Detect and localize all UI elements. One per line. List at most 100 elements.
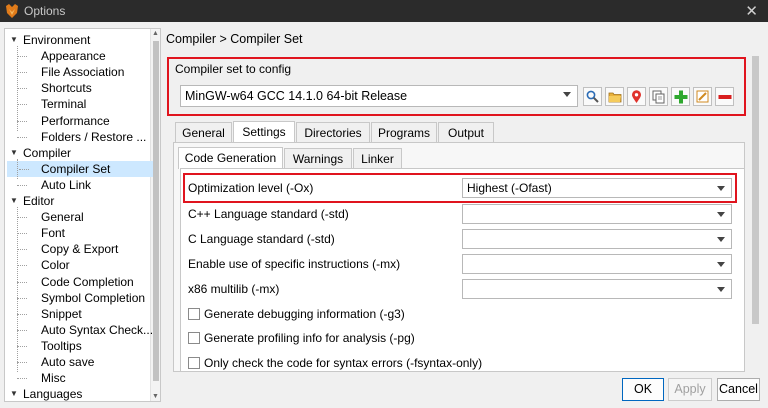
tree-item[interactable]: ▼ Languages [5, 386, 151, 401]
chevron-down-icon [717, 212, 725, 217]
option-label: C Language standard (-std) [188, 232, 335, 246]
search-compiler-button[interactable] [583, 87, 602, 106]
tree-item[interactable]: Performance [5, 113, 151, 129]
tree-connector [17, 104, 27, 106]
add-icon [674, 90, 687, 103]
rename-compiler-set-button[interactable] [693, 87, 712, 106]
page-scrollbar[interactable] [751, 48, 760, 370]
option-select[interactable] [462, 204, 732, 224]
tab-output[interactable]: Output [438, 122, 494, 143]
tree-connector [17, 233, 27, 235]
copy-compiler-set-button[interactable] [649, 87, 668, 106]
tree-connector [17, 297, 27, 299]
window-title: Options [24, 4, 66, 18]
tree-item-label: Auto Link [41, 177, 92, 192]
tree-item-label: Environment [23, 33, 91, 47]
locate-compiler-button[interactable] [627, 87, 646, 106]
tab-code-generation[interactable]: Code Generation [178, 147, 283, 169]
option-select[interactable] [462, 229, 732, 249]
tree-item-label: Editor [23, 194, 55, 208]
tab-general[interactable]: General [175, 122, 232, 143]
apply-button[interactable]: Apply [668, 378, 712, 401]
tab-warnings[interactable]: Warnings [284, 148, 352, 169]
chevron-down-icon [563, 92, 571, 97]
tree-item[interactable]: Font [5, 225, 151, 241]
scroll-up-icon[interactable]: ▲ [152, 30, 159, 37]
tree-item-label: Compiler Set [41, 161, 111, 176]
checkbox-label[interactable]: Only check the code for syntax errors (-… [204, 356, 482, 370]
locate-icon [632, 89, 641, 103]
tree-connector [17, 158, 18, 179]
option-select[interactable] [462, 254, 732, 274]
tab-directories[interactable]: Directories [296, 122, 370, 143]
option-label: Enable use of specific instructions (-mx… [188, 257, 401, 271]
compiler-set-select[interactable]: MinGW-w64 GCC 14.1.0 64-bit Release [180, 85, 578, 107]
option-label: x86 multilib (-mx) [188, 282, 280, 296]
tree-item[interactable]: Folders / Restore ... [5, 129, 151, 145]
tree-item[interactable]: Auto Link [5, 177, 151, 193]
tree-item-label: Code Completion [41, 274, 134, 289]
tree-item-label: File Association [41, 65, 125, 80]
tree-item-label: Symbol Completion [41, 290, 146, 305]
tree-scrollbar[interactable]: ▲ ▼ [150, 29, 160, 401]
tree-item[interactable]: Shortcuts [5, 80, 151, 96]
tree-item[interactable]: Copy & Export [5, 241, 151, 257]
tab-linker[interactable]: Linker [353, 148, 402, 169]
tree-connector [17, 88, 27, 90]
ok-button[interactable]: OK [622, 378, 664, 401]
checkbox[interactable] [188, 357, 200, 369]
tree-connector [17, 281, 27, 283]
tree-item[interactable]: Auto save [5, 354, 151, 370]
tree-connector [17, 362, 27, 363]
tree-item[interactable]: Compiler Set [7, 160, 153, 177]
tree-item-label: Performance [41, 113, 110, 128]
tree-item[interactable]: Tooltips [5, 338, 151, 354]
tree-connector [17, 46, 18, 131]
tab-programs[interactable]: Programs [371, 122, 437, 143]
tree-connector [17, 207, 18, 372]
tree-item[interactable]: Terminal [5, 96, 151, 112]
add-compiler-set-button[interactable] [671, 87, 690, 106]
tree-connector [17, 249, 27, 251]
cancel-button[interactable]: Cancel [717, 378, 760, 401]
option-label: C++ Language standard (-std) [188, 207, 349, 221]
tree-connector [17, 345, 27, 347]
tree-item[interactable]: Symbol Completion [5, 290, 151, 306]
options-tree[interactable]: ▲ ▼ ▼ Environment Appearance File Associati… [4, 28, 161, 402]
page-scroll-thumb[interactable] [752, 56, 759, 324]
remove-icon [718, 94, 731, 99]
copy-icon [652, 90, 665, 103]
tree-item[interactable]: File Association [5, 64, 151, 80]
checkbox-label[interactable]: Generate debugging information (-g3) [204, 307, 405, 321]
tree-item[interactable]: Color [5, 257, 151, 273]
tree-item[interactable]: Appearance [5, 48, 151, 64]
open-folder-button[interactable] [605, 87, 624, 106]
chevron-down-icon[interactable]: ▼ [9, 386, 19, 401]
folder-icon [608, 92, 621, 102]
compiler-set-value: MinGW-w64 GCC 14.1.0 64-bit Release [185, 89, 408, 103]
close-icon[interactable]: ✕ [745, 2, 758, 20]
tree-item-label: Misc [41, 371, 66, 386]
optimization-highlight [183, 173, 737, 203]
remove-compiler-set-button[interactable] [715, 87, 734, 106]
tree-item[interactable]: Misc [5, 370, 151, 386]
tree-connector [17, 217, 27, 219]
tree-item[interactable]: ▼ Environment [5, 32, 151, 48]
tree-item[interactable]: General [5, 209, 151, 225]
tree-item[interactable]: ▼ Compiler [5, 145, 151, 161]
checkbox[interactable] [188, 308, 200, 320]
tree-item[interactable]: Auto Syntax Check... [5, 322, 153, 338]
tree-scroll-thumb[interactable] [153, 41, 159, 381]
chevron-down-icon [717, 237, 725, 242]
tree-item[interactable]: ▼ Editor [5, 193, 151, 209]
breadcrumb: Compiler > Compiler Set [166, 32, 303, 46]
tree-item-label: Compiler [23, 145, 72, 160]
checkbox-label[interactable]: Generate profiling info for analysis (-p… [204, 331, 415, 345]
tree-item[interactable]: Snippet [5, 306, 151, 322]
tree-item-label: Font [41, 226, 66, 241]
option-select[interactable] [462, 279, 732, 299]
tree-item[interactable]: Code Completion [5, 274, 151, 290]
checkbox[interactable] [188, 332, 200, 344]
tab-settings[interactable]: Settings [233, 121, 295, 143]
scroll-down-icon[interactable]: ▼ [152, 393, 159, 400]
